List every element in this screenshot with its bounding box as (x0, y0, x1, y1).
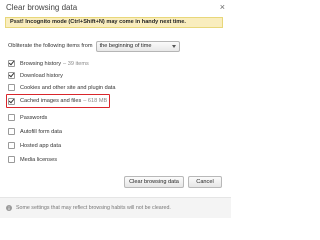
cached-images-checkbox[interactable] (8, 97, 15, 105)
option-label: Autofill form data (20, 128, 62, 135)
option-cached-images[interactable]: Cached images and files – 618 MB (8, 97, 107, 106)
option-browsing-history[interactable]: Browsing history – 39 items (8, 59, 89, 68)
option-media-licenses[interactable]: Media licenses (8, 155, 57, 164)
option-label: Cookies and other site and plugin data (20, 84, 116, 91)
option-autofill[interactable]: Autofill form data (8, 127, 62, 136)
dialog-title: Clear browsing data (6, 3, 78, 12)
clear-browsing-data-dialog: Clear browsing data × Psst! Incognito mo… (0, 0, 231, 218)
passwords-checkbox[interactable] (8, 114, 15, 121)
option-cookies[interactable]: Cookies and other site and plugin data (8, 83, 115, 92)
option-label: Cached images and files (20, 98, 82, 104)
option-label: Browsing history (20, 60, 62, 67)
close-icon[interactable]: × (220, 2, 225, 12)
incognito-tip-banner: Psst! Incognito mode (Ctrl+Shift+N) may … (5, 17, 223, 28)
obliterate-label: Obliterate the following items from (8, 43, 93, 49)
hosted-app-data-checkbox[interactable] (8, 142, 15, 149)
time-range-row: Obliterate the following items from the … (8, 40, 180, 52)
chevron-down-icon (171, 44, 176, 48)
time-range-select[interactable]: the beginning of time (95, 40, 180, 52)
option-label: Hosted app data (20, 142, 62, 149)
option-meta: – 39 items (63, 60, 89, 67)
option-label: Download history (20, 72, 63, 79)
option-label: Passwords (20, 114, 48, 121)
time-range-value: the beginning of time (99, 43, 152, 49)
autofill-checkbox[interactable] (8, 128, 15, 135)
cancel-button[interactable]: Cancel (188, 176, 222, 188)
cookies-checkbox[interactable] (8, 84, 15, 91)
option-download-history[interactable]: Download history (8, 71, 63, 80)
footer-note: Some settings that may reflect browsing … (16, 205, 171, 211)
download-history-checkbox[interactable] (8, 72, 15, 79)
option-hosted-app-data[interactable]: Hosted app data (8, 141, 61, 150)
option-meta: – 618 MB (83, 98, 108, 104)
info-icon: i (6, 205, 12, 211)
option-label: Media licenses (20, 156, 57, 163)
footer: i Some settings that may reflect browsin… (0, 198, 231, 218)
media-licenses-checkbox[interactable] (8, 156, 15, 163)
option-passwords[interactable]: Passwords (8, 113, 47, 122)
clear-browsing-data-button[interactable]: Clear browsing data (124, 176, 184, 188)
browsing-history-checkbox[interactable] (8, 60, 15, 67)
